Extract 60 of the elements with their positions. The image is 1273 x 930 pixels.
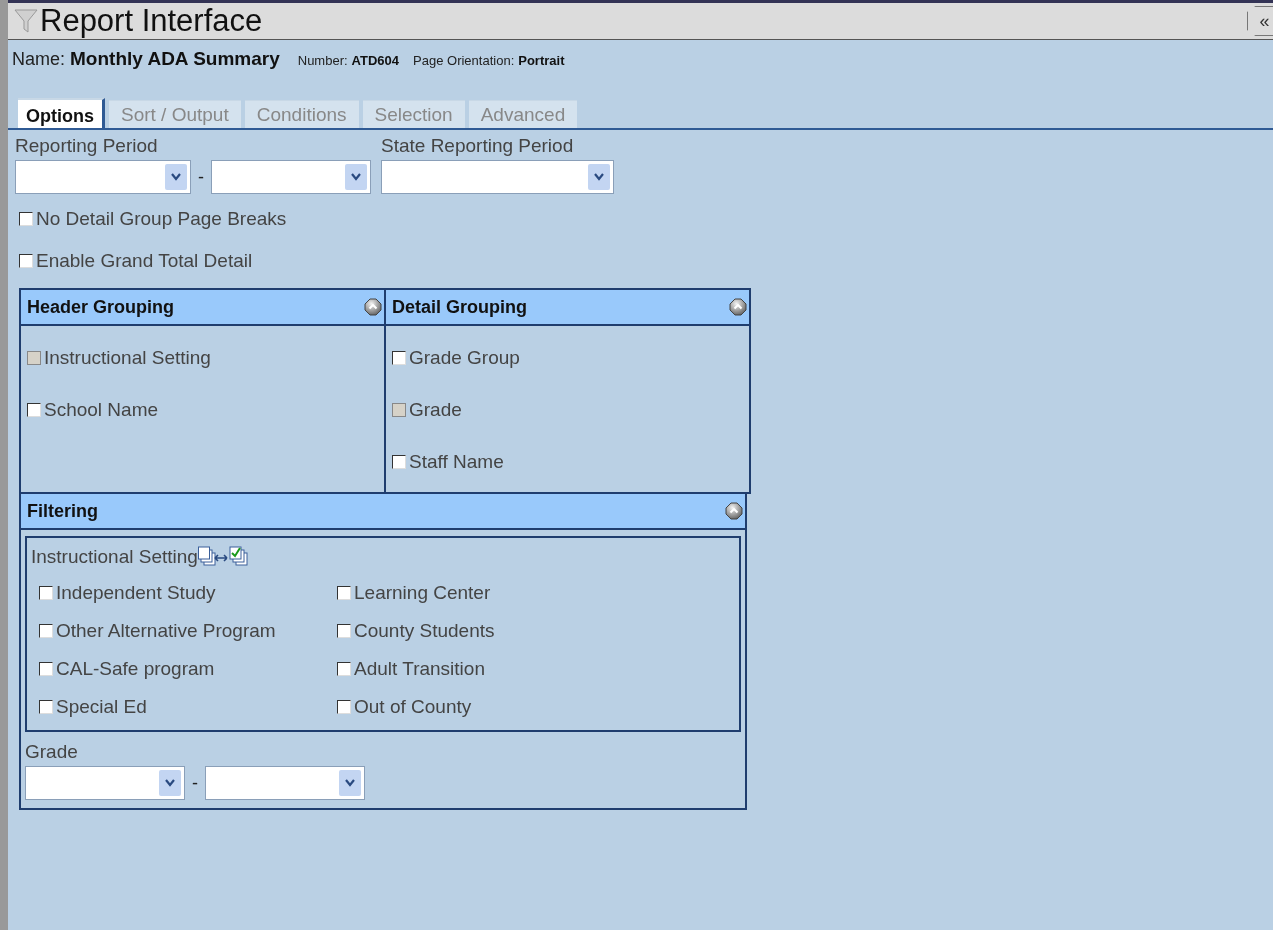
page-orientation: Portrait — [518, 53, 565, 68]
checkbox-label: Staff Name — [409, 451, 504, 473]
name-label: Name: — [12, 49, 65, 70]
window-title: Report Interface — [40, 3, 263, 39]
checkbox-label: School Name — [44, 399, 159, 421]
checkbox[interactable] — [337, 700, 351, 714]
report-number: ATD604 — [351, 53, 400, 68]
toggle-all-icon[interactable] — [197, 545, 250, 569]
report-name: Monthly ADA Summary — [70, 48, 280, 70]
orientation-label: Page Orientation: — [413, 53, 515, 68]
range-separator: - — [197, 166, 205, 188]
checkbox-label: County Students — [354, 620, 495, 642]
collapse-icon[interactable] — [364, 298, 382, 316]
checkbox[interactable] — [27, 403, 41, 417]
checkbox[interactable] — [39, 662, 53, 676]
checkbox[interactable] — [39, 700, 53, 714]
field-label: Reporting Period — [15, 134, 159, 158]
checkbox-label: CAL-Safe program — [56, 658, 215, 680]
field-label: State Reporting Period — [381, 134, 575, 158]
number-label: Number: — [297, 53, 348, 68]
dropdown-field[interactable] — [25, 766, 185, 800]
field-label: Instructional Setting — [31, 545, 198, 569]
checkbox-label: Grade — [409, 399, 462, 421]
dropdown-field[interactable] — [211, 160, 371, 194]
dropdown-field[interactable] — [205, 766, 365, 800]
checkbox-label: Enable Grand Total Detail — [36, 250, 253, 272]
tab[interactable]: Selection — [362, 100, 465, 128]
checkbox-label: Out of County — [354, 696, 472, 718]
tab[interactable]: Options — [18, 98, 105, 128]
range-separator: - — [191, 772, 199, 794]
panel-title: Header Grouping — [27, 296, 174, 318]
dropdown-field[interactable] — [15, 160, 191, 194]
checkbox-label: Adult Transition — [354, 658, 485, 680]
checkbox-label: Grade Group — [409, 347, 520, 369]
checkbox-label: Special Ed — [56, 696, 147, 718]
checkbox[interactable] — [19, 212, 33, 226]
collapse-icon[interactable] — [725, 502, 743, 520]
checkbox[interactable] — [337, 586, 351, 600]
field-label: Grade — [25, 740, 79, 764]
checkbox[interactable] — [39, 586, 53, 600]
checkbox[interactable] — [337, 662, 351, 676]
checkbox-label: Instructional Setting — [44, 347, 211, 369]
checkbox[interactable] — [39, 624, 53, 638]
collapse-icon[interactable] — [729, 298, 747, 316]
collapse-button[interactable]: « — [1247, 6, 1273, 36]
checkbox[interactable] — [392, 351, 406, 365]
checkbox[interactable] — [337, 624, 351, 638]
checkbox[interactable] — [392, 455, 406, 469]
dropdown-field[interactable] — [381, 160, 614, 194]
tab[interactable]: Sort / Output — [109, 100, 241, 128]
checkbox-label: Independent Study — [56, 582, 216, 604]
filter-icon — [14, 8, 38, 34]
tab[interactable]: Conditions — [244, 100, 359, 128]
checkbox-label: No Detail Group Page Breaks — [36, 208, 287, 230]
checkbox-label: Other Alternative Program — [56, 620, 276, 642]
panel-title: Filtering — [27, 500, 98, 522]
panel-title: Detail Grouping — [392, 296, 527, 318]
checkbox[interactable] — [19, 254, 33, 268]
tab[interactable]: Advanced — [468, 100, 578, 128]
checkbox-label: Learning Center — [354, 582, 491, 604]
